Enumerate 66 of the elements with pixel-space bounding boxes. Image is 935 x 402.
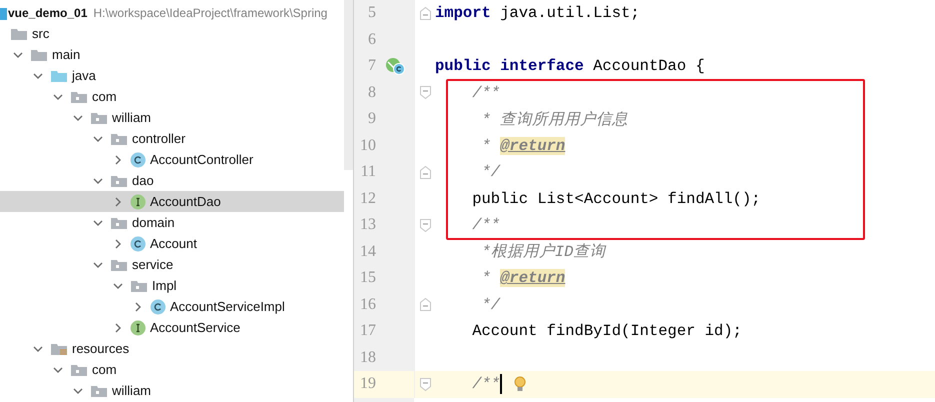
code-line: public List<Account> findAll();: [471, 190, 761, 208]
code-line: Account findById(Integer id);: [471, 322, 742, 340]
line-number: 12: [359, 188, 376, 208]
tree-item[interactable]: dao: [0, 170, 344, 191]
tree-item[interactable]: controller: [0, 128, 344, 149]
code-line: /**: [471, 375, 500, 394]
line-number: 14: [359, 242, 376, 262]
tree-item[interactable]: vue_demo_01 H:\workspace\IdeaProject\framework\Spring: [0, 2, 344, 23]
line-number: 19: [359, 374, 376, 394]
package-folder-icon: [110, 258, 128, 272]
package-folder-icon: [130, 278, 148, 292]
tree-item[interactable]: resources: [0, 338, 344, 359]
line-number: 15: [359, 268, 376, 288]
project-path: H:\workspace\IdeaProject\framework\Spring: [93, 6, 328, 20]
folder-icon: [10, 26, 28, 40]
tree-item[interactable]: src: [0, 23, 344, 44]
module-icon: [0, 6, 7, 20]
folder-icon: [50, 342, 68, 356]
scrollbar-thumb[interactable]: [344, 0, 353, 170]
line-number: 16: [359, 294, 376, 314]
line-number: 18: [359, 348, 376, 368]
package-folder-icon: [90, 110, 108, 124]
interface-icon: [130, 194, 146, 210]
code-line: import java.util.List;: [435, 4, 640, 22]
line-number: 9: [367, 109, 376, 129]
package-folder-icon: [70, 90, 88, 104]
code-line: */: [480, 296, 500, 314]
tree-item[interactable]: Impl: [0, 275, 344, 296]
code-line: * 查询所用用户信息: [480, 110, 628, 130]
line-number: 7: [367, 56, 376, 76]
line-number: 8: [367, 82, 376, 102]
package-folder-icon: [90, 384, 108, 398]
interface-icon: [130, 320, 146, 336]
code-line: public interface AccountDao {: [435, 57, 705, 76]
tree-item[interactable]: AccountServiceImpl: [0, 296, 344, 317]
tree-item[interactable]: main: [0, 44, 344, 65]
class-icon: [130, 152, 146, 168]
class-icon: [130, 236, 146, 252]
tree-item[interactable]: service: [0, 254, 344, 275]
tree-item[interactable]: Account: [0, 233, 344, 254]
tree-item[interactable]: com: [0, 359, 344, 380]
tree-item[interactable]: william: [0, 380, 344, 401]
code-line: /**: [471, 84, 500, 102]
folder-icon: [30, 48, 48, 62]
class-icon: [150, 298, 166, 314]
tree-item[interactable]: com: [0, 86, 344, 107]
tree-item[interactable]: java: [0, 65, 344, 86]
tree-item[interactable]: AccountDao: [0, 191, 344, 212]
package-folder-icon: [70, 362, 88, 376]
code-line: /**: [471, 216, 500, 234]
tree-item[interactable]: AccountService: [0, 317, 344, 338]
line-number: 17: [359, 321, 376, 341]
tree-item[interactable]: AccountController: [0, 149, 344, 170]
code-line: */: [480, 163, 500, 182]
line-number: 5: [367, 3, 376, 23]
package-folder-icon: [110, 132, 128, 146]
line-number: 10: [359, 136, 376, 156]
package-folder-icon: [110, 174, 128, 188]
line-number: 11: [360, 162, 376, 182]
code-line: *根据用户ID查询: [480, 242, 606, 262]
folder-icon: [50, 68, 68, 82]
line-number: 13: [359, 215, 376, 235]
tree-item[interactable]: william: [0, 107, 344, 128]
line-number: 6: [367, 30, 376, 50]
package-folder-icon: [110, 216, 128, 230]
tree-item[interactable]: domain: [0, 212, 344, 233]
